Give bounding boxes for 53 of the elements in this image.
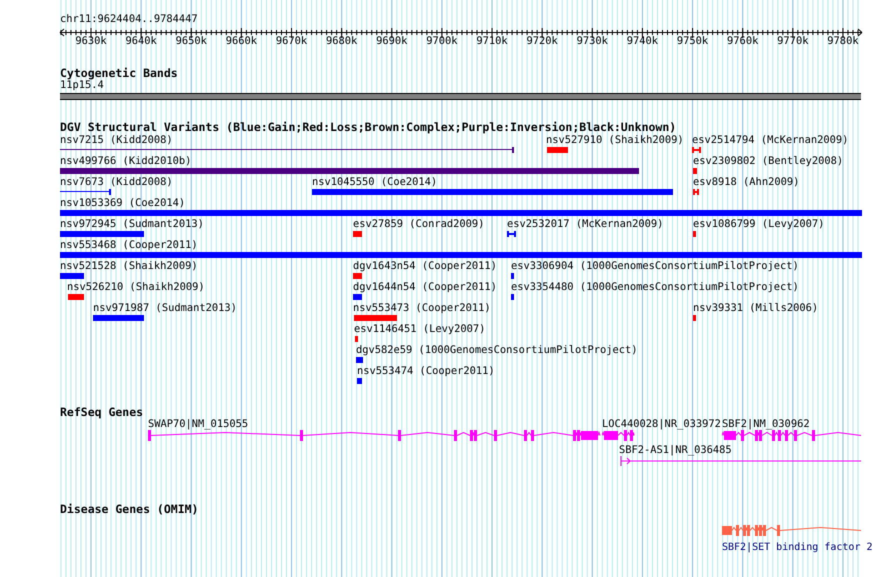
variant-label: dgv1643n54 (Cooper2011) — [353, 260, 497, 273]
variant-label: esv2514794 (McKernan2009) — [692, 134, 848, 147]
gene-label: SWAP70|NM_015055 — [148, 418, 248, 431]
gene-label: SBF2-AS1|NR_036485 — [619, 444, 732, 457]
variant-label: nsv7673 (Kidd2008) — [60, 176, 173, 189]
variant-label: esv2309802 (Bentley2008) — [693, 155, 844, 168]
tick-label: 9730k — [576, 35, 609, 48]
variant-label: esv3354480 (1000GenomesConsortiumPilotProject) — [511, 281, 799, 294]
gene-label: SBF2|NM_030962 — [722, 418, 810, 431]
variant-label: nsv526210 (Shaikh2009) — [67, 281, 205, 294]
variant-label: esv2532017 (McKernan2009) — [507, 218, 664, 231]
tick-label: 9690k — [375, 35, 408, 48]
tick-label: 9750k — [676, 35, 710, 48]
tick-label: 9770k — [776, 35, 810, 48]
variant-label: nsv971987 (Sudmant2013) — [93, 302, 237, 315]
variant-label: dgv1644n54 (Cooper2011) — [353, 281, 497, 294]
tick-label: 9760k — [726, 35, 760, 48]
variant-label: nsv527910 (Shaikh2009) — [546, 134, 684, 147]
tick-label: 9650k — [174, 35, 208, 48]
variant-label: nsv553474 (Cooper2011) — [357, 365, 495, 378]
variant-label: nsv521528 (Shaikh2009) — [60, 260, 198, 273]
tick-label: 9700k — [425, 35, 459, 48]
tick-label: 9780k — [826, 35, 860, 48]
variant-label: nsv7215 (Kidd2008) — [60, 134, 173, 147]
tick-label: 9640k — [124, 35, 158, 48]
variant-label: dgv582e59 (1000GenomesConsortiumPilotProject) — [356, 344, 638, 357]
tick-label: 9710k — [475, 35, 509, 48]
variant-label: nsv972945 (Sudmant2013) — [60, 218, 204, 231]
tick-label: 9740k — [626, 35, 660, 48]
band-label: 11p15.4 — [60, 79, 104, 92]
variant-label: nsv1053369 (Coe2014) — [60, 197, 186, 210]
tick-label: 9720k — [526, 35, 559, 48]
track-title: RefSeq Genes — [60, 405, 144, 419]
variant-label: esv3306904 (1000GenomesConsortiumPilotProject) — [511, 260, 799, 273]
variant-label: nsv553473 (Cooper2011) — [353, 302, 491, 315]
variant-label: esv1146451 (Levy2007) — [354, 323, 486, 336]
gene-label: LOC440028|NR_033972 — [602, 418, 721, 431]
track-title: DGV Structural Variants (Blue:Gain;Red:Loss;Brown:Complex;Purple:Inversion;Black:Unknown) — [60, 120, 676, 134]
variant-label: esv8918 (Ahn2009) — [693, 176, 800, 189]
variant-label: esv1086799 (Levy2007) — [693, 218, 824, 231]
variant-label: esv27859 (Conrad2009) — [353, 218, 484, 231]
variant-label: nsv499766 (Kidd2010b) — [60, 155, 192, 168]
ruler-label: chr11:9624404..9784447 — [60, 13, 198, 26]
tick-label: 9670k — [274, 35, 308, 48]
track-title: Cytogenetic Bands — [60, 66, 178, 80]
tick-label: 9680k — [325, 35, 358, 48]
track-title: Disease Genes (OMIM) — [60, 502, 198, 516]
disease-gene-label: SBF2|SET binding factor 2 — [722, 541, 873, 554]
variant-label: nsv39331 (Mills2006) — [693, 302, 818, 315]
variant-label: nsv553468 (Cooper2011) — [60, 239, 198, 252]
tick-label: 9660k — [224, 35, 258, 48]
variant-label: nsv1045550 (Coe2014) — [312, 176, 438, 189]
tick-label: 9630k — [74, 35, 108, 48]
